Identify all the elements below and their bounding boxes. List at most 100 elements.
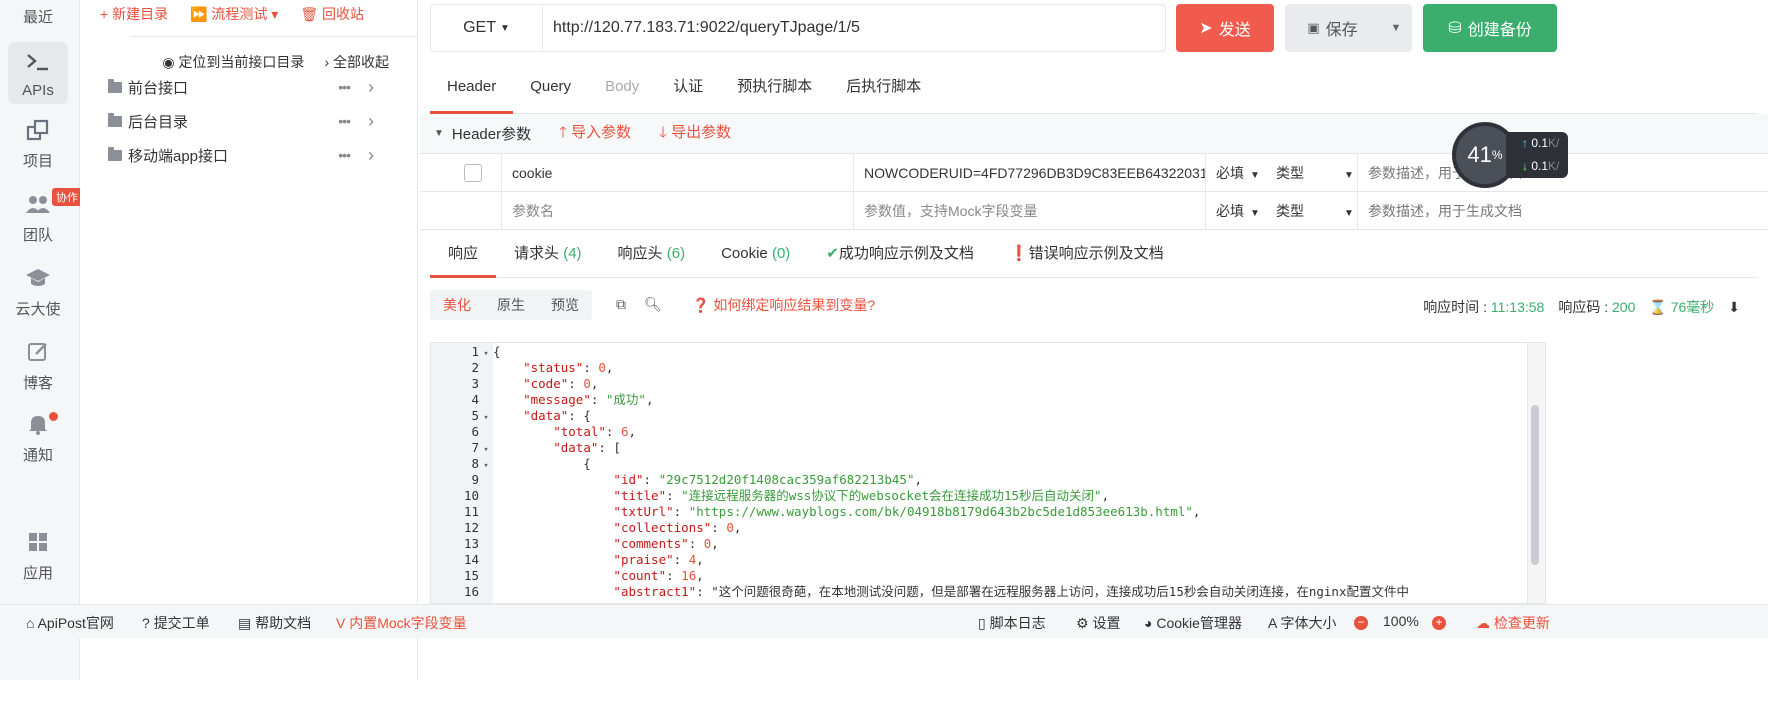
param-desc-input[interactable]: 参数描述，用于生成文档	[1358, 192, 1558, 230]
arrow-down-icon: ↓	[1522, 159, 1528, 173]
nav-team[interactable]: 协作 团队	[8, 188, 82, 245]
upload-speed: ↑ 0.1K/	[1522, 132, 1568, 155]
tab-response[interactable]: 响应	[430, 232, 497, 278]
param-name-input[interactable]: 参数名	[502, 192, 854, 230]
net-speed: ↑ 0.1K/ ↓ 0.1K/	[1506, 132, 1568, 178]
tab-pre-script[interactable]: 预执行脚本	[720, 60, 829, 113]
method-select[interactable]: GET ▼	[431, 5, 543, 51]
caret-down-icon: ▾	[271, 6, 279, 22]
send-button[interactable]: ➤ 发送	[1176, 4, 1274, 52]
plus-icon: +	[1432, 616, 1446, 630]
save-dropdown-toggle[interactable]: ▼	[1380, 4, 1412, 52]
more-icon[interactable]: •••	[338, 113, 351, 129]
save-button[interactable]: ▣ 保存 ▼	[1285, 4, 1412, 52]
docs-link[interactable]: ▤ 帮助文档	[238, 613, 311, 633]
search-icon[interactable]: 🔍︎	[644, 296, 662, 313]
arrow-up-icon: 🡑	[559, 123, 567, 141]
nav-projects[interactable]: 项目	[8, 118, 68, 171]
tab-success-example[interactable]: ✔成功响应示例及文档	[808, 232, 992, 277]
param-type-select[interactable]: 类型 ▼	[1266, 192, 1358, 230]
docs-label: 帮助文档	[255, 615, 312, 631]
zoom-out-button[interactable]: −	[1354, 613, 1368, 630]
tab-response-headers[interactable]: 响应头 (6)	[600, 232, 704, 277]
tab-cookie[interactable]: Cookie (0)	[703, 232, 808, 277]
code-text: "txtUrl": "https://www.wayblogs.com/bk/0…	[613, 504, 1201, 519]
icon-sidebar: 最近 APIs 项目 协作 团队 云大使 博客 通知 应用	[0, 0, 82, 680]
code-text: "abstract1": "这个问题很奇葩，在本地测试没问题，但是部署在远程服务…	[613, 584, 1409, 599]
collapse-triangle-icon[interactable]: ▼	[434, 128, 444, 139]
line-number: 9	[471, 472, 479, 487]
chevron-right-icon[interactable]: ›	[368, 111, 374, 132]
tab-header[interactable]: Header	[430, 60, 514, 114]
nav-notify[interactable]: 通知	[8, 412, 68, 465]
create-backup-button[interactable]: ⛁ 创建备份	[1423, 4, 1557, 52]
tab-auth[interactable]: 认证	[656, 60, 720, 113]
param-name-field[interactable]: cookie	[502, 154, 854, 192]
check-update-button[interactable]: ☁ 检查更新	[1476, 613, 1550, 633]
param-value-input[interactable]: 参数值，支持Mock字段变量	[854, 192, 1206, 230]
nav-ambassador[interactable]: 云大使	[8, 266, 68, 319]
tree-folder[interactable]: 前台接口 ••• ›	[108, 74, 408, 100]
param-enable-cell	[420, 192, 502, 230]
script-log-button[interactable]: ▯ 脚本日志	[978, 613, 1046, 633]
nav-apps[interactable]: 应用	[8, 530, 68, 583]
tab-body[interactable]: Body	[588, 60, 656, 113]
param-checkbox[interactable]	[464, 164, 482, 182]
flow-test-button[interactable]: ⏩ 流程测试 ▾	[190, 4, 278, 24]
code-text: "total": 6,	[553, 424, 637, 439]
response-code-editor[interactable]: 1 ▾{2 "status": 0, 3 "code": 0, 4 "message"…	[430, 342, 1546, 604]
nav-blog[interactable]: 博客	[8, 340, 68, 393]
recycle-button[interactable]: 🗑 回收站	[300, 4, 364, 24]
code-text: "collections": 0,	[613, 520, 742, 535]
import-params-button[interactable]: 🡑 导入参数	[559, 121, 631, 147]
zoom-in-button[interactable]: +	[1432, 613, 1446, 630]
tab-post-script[interactable]: 后执行脚本	[829, 60, 938, 113]
line-number: 6	[471, 424, 479, 439]
response-code: 响应码 : 200	[1558, 297, 1635, 317]
nav-apis[interactable]: APIs	[8, 42, 68, 104]
font-size-control[interactable]: A 字体大小	[1268, 613, 1336, 633]
nav-recent[interactable]: 最近	[8, 6, 68, 27]
view-pretty-button[interactable]: 美化	[443, 295, 471, 315]
param-required-select[interactable]: 必填 ▼	[1206, 192, 1258, 230]
param-required-select[interactable]: 必填 ▼	[1206, 154, 1258, 192]
site-link[interactable]: ⌂ ApiPost官网	[26, 613, 114, 633]
chevron-right-icon[interactable]: ›	[368, 145, 374, 166]
param-type-select[interactable]: 类型 ▼	[1266, 154, 1358, 192]
time-value: 11:13:58	[1490, 299, 1545, 315]
mock-link[interactable]: V 内置Mock字段变量	[336, 613, 467, 633]
mock-icon: V	[336, 615, 346, 631]
copy-icon[interactable]: ⧉	[616, 296, 626, 313]
question-circle-icon: ?	[142, 615, 150, 631]
tree-folder[interactable]: 移动端app接口 ••• ›	[108, 142, 408, 168]
ticket-link[interactable]: ? 提交工单	[142, 613, 210, 633]
time-label: 响应时间 :	[1423, 299, 1487, 315]
bind-variable-help-link[interactable]: ❓ 如何绑定响应结果到变量?	[692, 295, 875, 315]
nav-projects-label: 项目	[22, 153, 53, 170]
view-preview-button[interactable]: 预览	[551, 295, 579, 315]
param-value-field[interactable]: NOWCODERUID=4FD77296DB3D9C83EEB643220318	[854, 154, 1206, 192]
view-raw-button[interactable]: 原生	[497, 295, 525, 315]
tree-toolbar: + 新建目录 ⏩ 流程测试 ▾ 🗑 回收站	[100, 4, 364, 24]
question-circle-icon: ❓	[692, 297, 710, 313]
collapse-all-button[interactable]: › 全部收起	[324, 52, 389, 72]
more-icon[interactable]: •••	[338, 147, 351, 163]
tab-query[interactable]: Query	[513, 60, 588, 113]
tree-folder[interactable]: 后台目录 ••• ›	[108, 108, 408, 134]
new-dir-button[interactable]: + 新建目录	[100, 4, 168, 24]
tree-actions: ◉ 定位到当前接口目录 › 全部收起	[162, 52, 389, 72]
tab-request-headers[interactable]: 请求头 (4)	[496, 232, 600, 277]
download-icon[interactable]: ⬇	[1728, 299, 1740, 316]
cookie-manager-button[interactable]: ◕ Cookie管理器	[1144, 613, 1242, 633]
url-input[interactable]: http://120.77.183.71:9022/queryTJpage/1/…	[543, 19, 1165, 37]
locate-button[interactable]: ◉ 定位到当前接口目录	[162, 52, 304, 72]
export-params-button[interactable]: 🡓 导出参数	[659, 121, 731, 147]
more-icon[interactable]: •••	[338, 79, 351, 95]
code-text: "status": 0,	[523, 360, 614, 375]
chevron-right-icon[interactable]: ›	[368, 77, 374, 98]
apps-grid-icon	[8, 530, 68, 556]
perf-widget[interactable]: 41% ↑ 0.1K/ ↓ 0.1K/	[1452, 122, 1568, 188]
settings-button[interactable]: ⚙ 设置	[1076, 613, 1120, 633]
update-label: 检查更新	[1493, 615, 1550, 631]
tab-error-example[interactable]: ❗错误响应示例及文档	[992, 232, 1182, 277]
